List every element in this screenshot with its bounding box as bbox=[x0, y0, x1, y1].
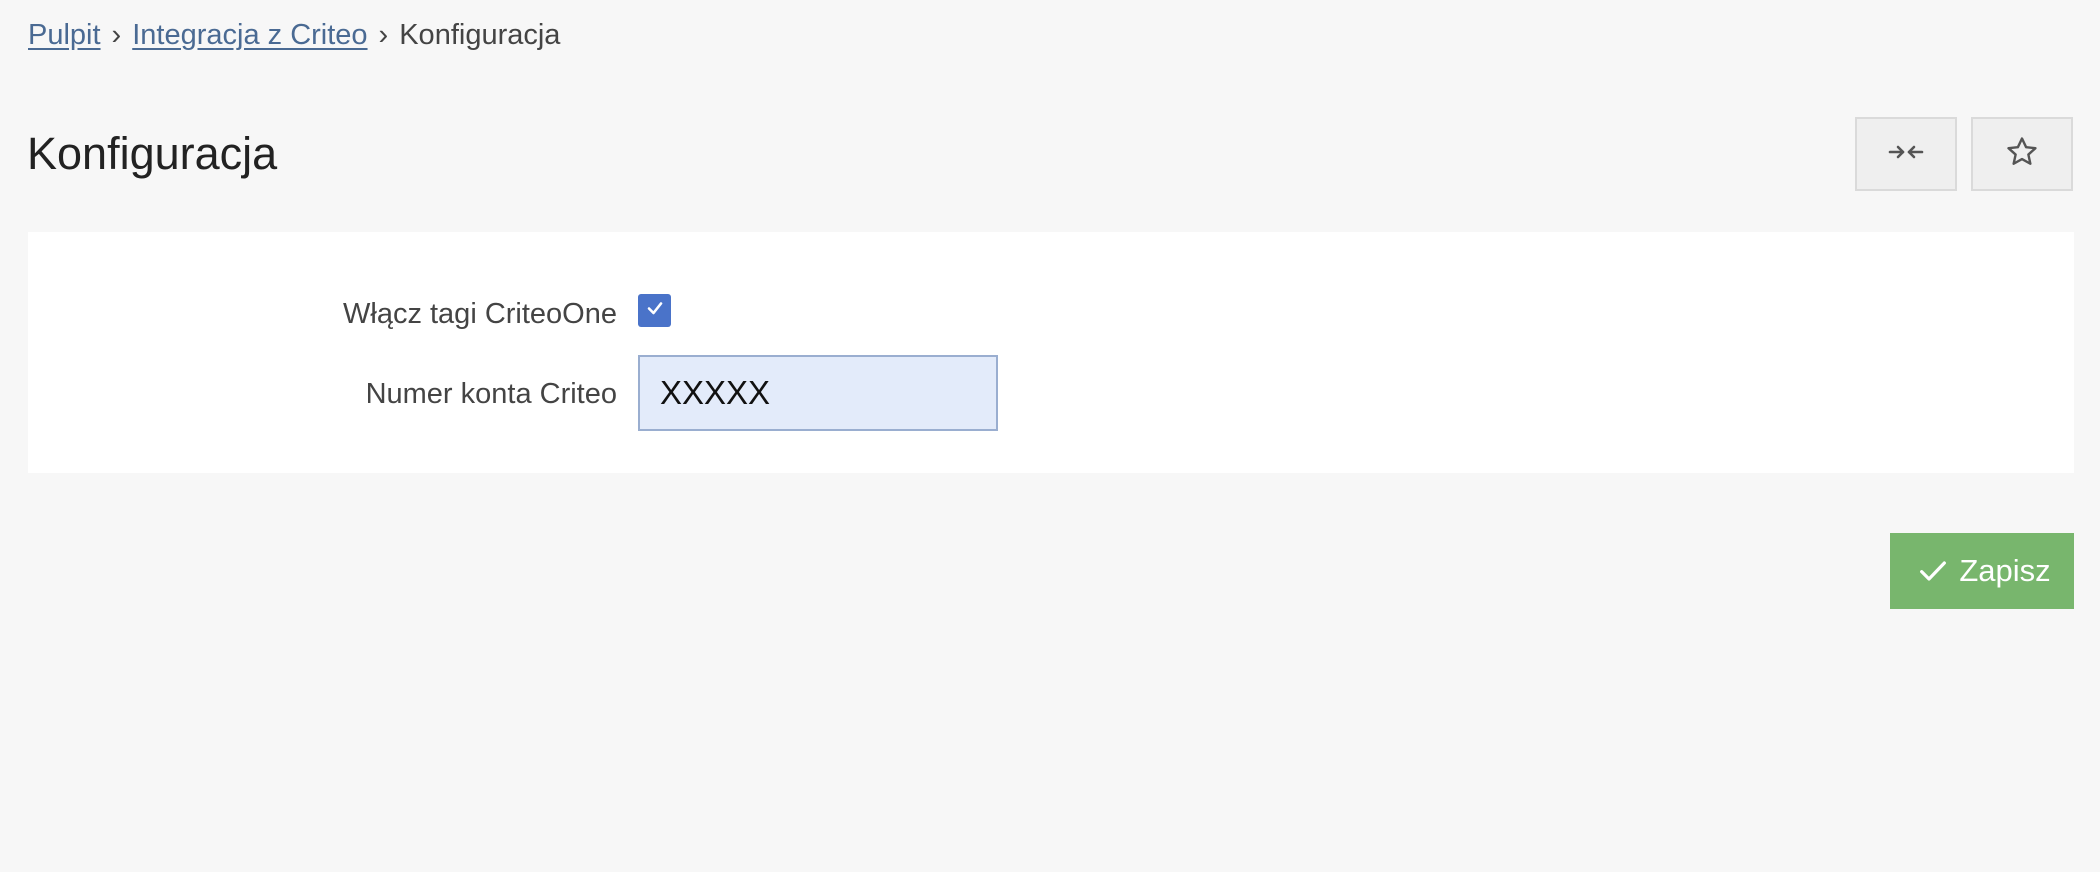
collapse-button[interactable] bbox=[1855, 117, 1957, 191]
config-form-panel: Włącz tagi CriteoOne Numer konta Criteo bbox=[28, 232, 2074, 473]
enable-tags-checkbox[interactable] bbox=[638, 294, 671, 327]
save-button[interactable]: Zapisz bbox=[1890, 533, 2074, 609]
breadcrumb-separator: › bbox=[378, 19, 389, 51]
account-number-label: Numer konta Criteo bbox=[365, 378, 617, 410]
page-title: Konfiguracja bbox=[27, 128, 278, 179]
save-button-label: Zapisz bbox=[1959, 553, 2051, 588]
collapse-arrows-icon bbox=[1888, 142, 1924, 167]
favorite-button[interactable] bbox=[1971, 117, 2073, 191]
breadcrumb-current: Konfiguracja bbox=[399, 19, 561, 51]
check-icon bbox=[645, 298, 665, 323]
enable-tags-label: Włącz tagi CriteoOne bbox=[343, 298, 617, 330]
account-number-input[interactable] bbox=[638, 355, 998, 431]
star-icon bbox=[2005, 135, 2039, 174]
breadcrumb-separator: › bbox=[111, 19, 122, 51]
check-icon bbox=[1917, 555, 1949, 587]
breadcrumb-link-pulpit[interactable]: Pulpit bbox=[28, 19, 101, 51]
breadcrumb-link-criteo-integration[interactable]: Integracja z Criteo bbox=[132, 19, 367, 51]
breadcrumb: Pulpit › Integracja z Criteo › Konfiguracja bbox=[28, 14, 560, 56]
